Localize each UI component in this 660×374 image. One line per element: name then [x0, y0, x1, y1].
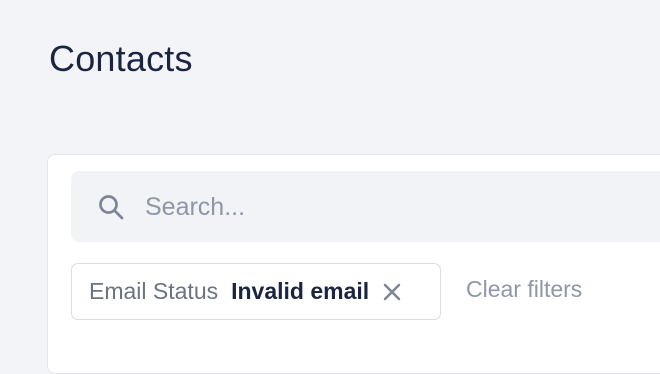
filter-value-label: Invalid email	[231, 278, 370, 304]
search-icon	[97, 193, 125, 221]
clear-filters-button[interactable]: Clear filters	[466, 276, 582, 303]
close-icon[interactable]	[381, 281, 403, 303]
filter-chip-email-status[interactable]: Email Status Invalid email	[71, 263, 441, 320]
filter-field-label: Email Status	[89, 278, 219, 304]
search-input[interactable]	[145, 187, 660, 227]
search-box[interactable]	[71, 171, 660, 242]
contacts-card: Email Status Invalid email Clear filters	[47, 154, 660, 374]
page-title: Contacts	[49, 38, 193, 79]
